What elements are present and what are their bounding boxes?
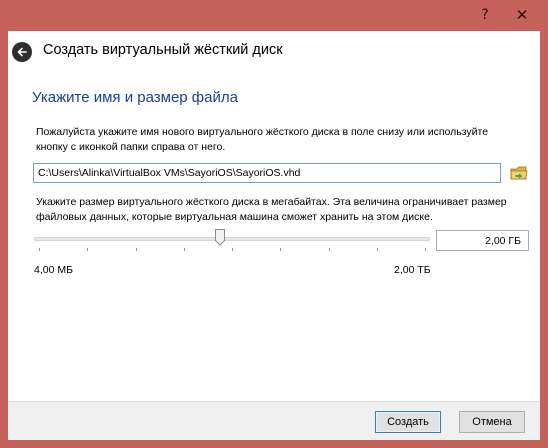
slider-tick — [39, 248, 40, 251]
location-description: Пожалуйста укажите имя нового виртуально… — [36, 126, 489, 153]
back-arrow-icon — [16, 46, 28, 58]
close-button[interactable]: ✕ — [500, 0, 544, 29]
size-description: Укажите размер виртуального жёсткого дис… — [36, 196, 507, 223]
back-button[interactable] — [12, 42, 32, 62]
wizard-page: Создать виртуальный жёсткий диск Укажите… — [8, 31, 540, 440]
choose-file-button[interactable] — [509, 163, 529, 183]
slider-tick — [184, 248, 185, 251]
slider-tick — [87, 248, 88, 251]
slider-track — [34, 237, 430, 241]
wizard-title: Создать виртуальный жёсткий диск — [43, 42, 283, 58]
cancel-button[interactable]: Отмена — [459, 411, 525, 433]
size-input[interactable] — [436, 230, 529, 251]
size-slider[interactable] — [34, 227, 430, 251]
create-button[interactable]: Создать — [375, 411, 441, 433]
min-size-label: 4,00 МБ — [34, 264, 73, 276]
slider-ticks — [34, 248, 430, 252]
folder-browse-icon — [509, 166, 529, 187]
file-path-input[interactable] — [33, 163, 501, 183]
slider-tick — [329, 248, 330, 251]
button-bar: Создать Отмена — [8, 401, 540, 440]
slider-tick — [377, 248, 378, 251]
help-button[interactable]: ? — [472, 0, 498, 29]
slider-thumb[interactable] — [215, 229, 225, 246]
slider-tick — [425, 248, 426, 251]
page-heading: Укажите имя и размер файла — [32, 89, 238, 106]
dialog-window: ? ✕ Создать виртуальный жёсткий диск Ука… — [0, 0, 548, 448]
slider-tick — [232, 248, 233, 251]
slider-tick — [136, 248, 137, 251]
slider-tick — [280, 248, 281, 251]
max-size-label: 2,00 ТБ — [394, 264, 431, 276]
